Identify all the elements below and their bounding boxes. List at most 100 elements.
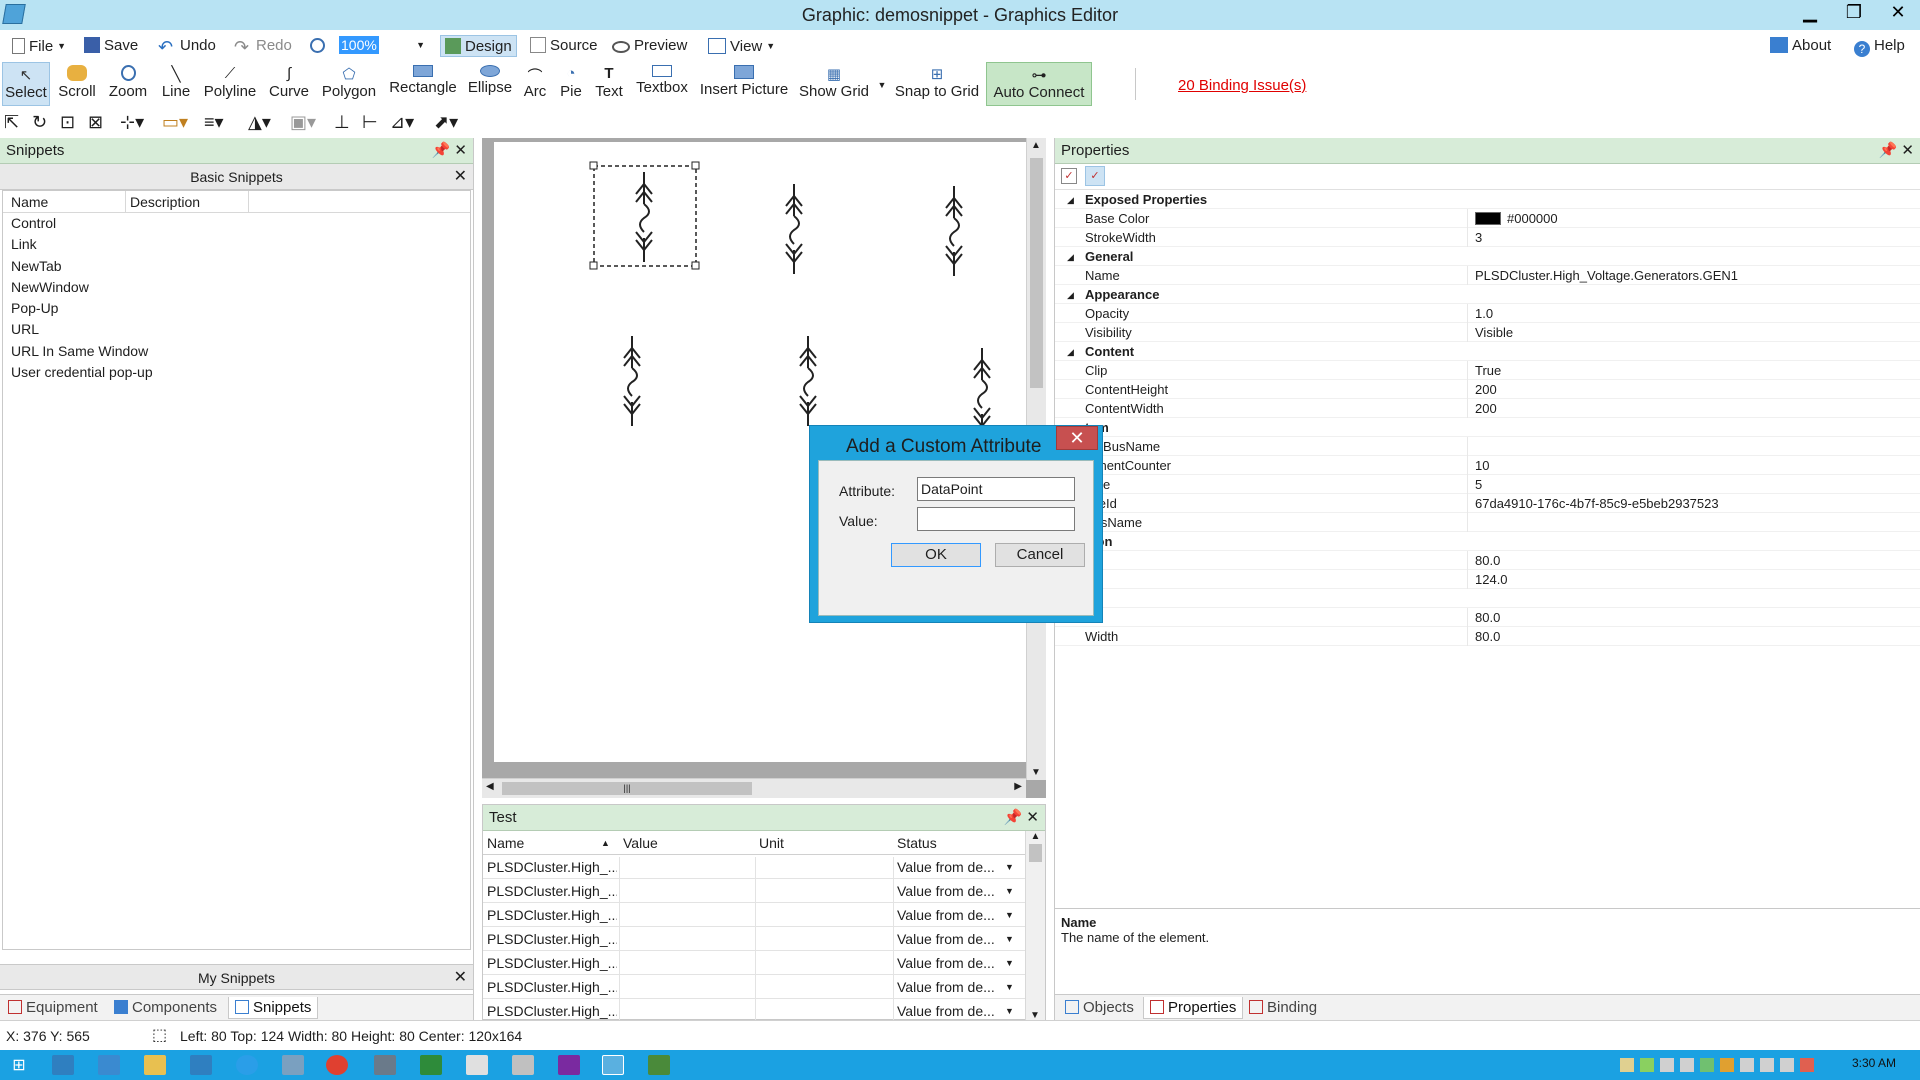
duplicate-icon[interactable]: ▣▾ — [290, 112, 330, 132]
attribute-input[interactable]: DataPoint — [917, 477, 1075, 501]
chrome-icon[interactable] — [326, 1055, 348, 1075]
close-icon[interactable]: ✕ — [1026, 809, 1039, 826]
scroll-right-icon[interactable]: ▶ — [1014, 781, 1022, 792]
property-row[interactable]: ponentCounter 10 — [1055, 456, 1920, 475]
close-icon[interactable]: ✕ — [1901, 142, 1914, 159]
list-item[interactable]: Link — [3, 234, 470, 255]
property-row[interactable]: Opacity 1.0 — [1055, 304, 1920, 323]
list-item[interactable]: URL In Same Window — [3, 341, 470, 362]
property-row[interactable]: 80.0 — [1055, 551, 1920, 570]
tool-polygon[interactable]: ⬠ Polygon — [318, 62, 380, 106]
file-menu[interactable]: File ▼ — [12, 35, 66, 57]
resize-icon[interactable]: ⊡ — [60, 112, 88, 132]
tab-snippets[interactable]: Snippets — [228, 997, 319, 1019]
clock[interactable]: 3:30 AM — [1852, 1056, 1896, 1070]
tool-snap-to-grid[interactable]: ⊞ Snap to Grid — [894, 62, 980, 106]
tab-properties[interactable]: Properties — [1143, 997, 1244, 1019]
property-row[interactable]: omBusName — [1055, 437, 1920, 456]
table-row[interactable]: PLSDCluster.High_... Value from de... ▼ — [483, 927, 1045, 951]
property-value[interactable]: 200 — [1475, 380, 1497, 399]
chevron-down-icon[interactable]: ▼ — [1005, 951, 1014, 975]
tool-textbox[interactable]: Textbox — [632, 62, 692, 106]
property-value[interactable]: 80.0 — [1475, 608, 1500, 627]
scroll-down-icon[interactable]: ▼ — [1031, 767, 1041, 778]
close-icon[interactable]: ✕ — [454, 164, 467, 190]
property-row[interactable]: BusName — [1055, 513, 1920, 532]
tab-binding[interactable]: Binding — [1243, 997, 1323, 1019]
property-value[interactable]: #000000 — [1507, 209, 1558, 228]
tray-icon[interactable] — [1760, 1058, 1774, 1072]
tray-icon[interactable] — [1700, 1058, 1714, 1072]
property-category[interactable]: ◢ General — [1055, 247, 1920, 266]
property-category[interactable]: ◢ Exposed Properties — [1055, 190, 1920, 209]
column-value[interactable]: Value — [623, 831, 658, 855]
table-row[interactable]: PLSDCluster.High_... Value from de... ▼ — [483, 975, 1045, 999]
redo-button[interactable]: ↷ Redo — [234, 35, 292, 57]
property-row[interactable]: Clip True — [1055, 361, 1920, 380]
scroll-left-icon[interactable]: ◀ — [486, 781, 494, 792]
undo-button[interactable]: ↶ Undo — [158, 35, 216, 57]
column-name[interactable]: Name — [11, 191, 48, 213]
tab-components[interactable]: Components — [108, 997, 223, 1019]
align-left-icon[interactable]: ⊢ — [362, 112, 390, 132]
tool-rectangle[interactable]: Rectangle — [386, 62, 460, 106]
taskbar-app-icon[interactable] — [190, 1055, 212, 1075]
table-row[interactable]: PLSDCluster.High_... Value from de... ▼ — [483, 951, 1045, 975]
tray-icon[interactable] — [1680, 1058, 1694, 1072]
list-item[interactable]: Pop-Up — [3, 298, 470, 319]
table-row[interactable]: PLSDCluster.High_... Value from de... ▼ — [483, 855, 1045, 879]
about-button[interactable]: About — [1770, 35, 1831, 57]
taskbar-app-icon[interactable] — [466, 1055, 488, 1075]
preview-button[interactable]: Preview — [612, 35, 687, 57]
property-row[interactable]: Name PLSDCluster.High_Voltage.Generators.… — [1055, 266, 1920, 285]
column-status[interactable]: Status — [897, 831, 937, 855]
property-category[interactable]: ◢tom — [1055, 418, 1920, 437]
property-value[interactable]: True — [1475, 361, 1501, 380]
taskbar-app-icon[interactable] — [52, 1055, 74, 1075]
list-item[interactable]: User credential pop-up — [3, 362, 470, 383]
tool-auto-connect[interactable]: ⊶ Auto Connect — [986, 62, 1092, 106]
help-button[interactable]: ? Help — [1854, 35, 1905, 57]
property-value[interactable]: 10 — [1475, 456, 1489, 475]
property-row[interactable]: Width 80.0 — [1055, 627, 1920, 646]
property-category[interactable]: ◢ Appearance — [1055, 285, 1920, 304]
property-value[interactable]: 3 — [1475, 228, 1482, 247]
folder-icon[interactable] — [144, 1055, 166, 1075]
property-value[interactable]: 200 — [1475, 399, 1497, 418]
property-row[interactable]: StrokeWidth 3 — [1055, 228, 1920, 247]
value-input[interactable] — [917, 507, 1075, 531]
pin-icon[interactable]: 📌 — [1879, 142, 1898, 159]
column-unit[interactable]: Unit — [759, 831, 784, 855]
group-icon[interactable]: ⊠ — [88, 112, 116, 132]
start-icon[interactable]: ⊞ — [8, 1055, 30, 1075]
zoom-combobox[interactable]: 100% ▼ — [338, 35, 428, 57]
column-name[interactable]: Name — [487, 831, 524, 855]
property-category[interactable]: ◢ Content — [1055, 342, 1920, 361]
color-swatch[interactable] — [1475, 212, 1501, 225]
tool-show-grid[interactable]: ▦ Show Grid — [796, 62, 872, 106]
chevron-down-icon[interactable]: ▼ — [1005, 855, 1014, 879]
taskbar-app-icon[interactable] — [282, 1055, 304, 1075]
list-item[interactable]: NewTab — [3, 256, 470, 277]
align-bottom-icon[interactable]: ⊥ — [334, 112, 362, 132]
property-value[interactable]: 5 — [1475, 475, 1482, 494]
source-view-button[interactable]: Source — [530, 35, 598, 57]
tool-arc[interactable]: ⌒ Arc — [518, 62, 552, 106]
taskbar-app-icon[interactable] — [512, 1055, 534, 1075]
zoom-icon-button[interactable] — [310, 35, 329, 57]
property-row[interactable]: ht80.0 — [1055, 608, 1920, 627]
tray-icon[interactable] — [1720, 1058, 1734, 1072]
save-button[interactable]: Save — [84, 35, 138, 57]
property-value[interactable]: 80.0 — [1475, 627, 1500, 646]
property-value[interactable]: 67da4910-176c-4b7f-85c9-e5beb2937523 — [1475, 494, 1719, 513]
tool-polyline[interactable]: ⟋ Polyline — [200, 62, 260, 106]
taskbar-app-icon[interactable] — [420, 1055, 442, 1075]
tab-equipment[interactable]: Equipment — [2, 997, 104, 1019]
property-value[interactable]: Visible — [1475, 323, 1513, 342]
close-icon[interactable]: ✕ — [454, 142, 467, 159]
tray-icon[interactable] — [1640, 1058, 1654, 1072]
close-button[interactable]: ✕ — [1876, 0, 1920, 26]
collapse-triangle-icon[interactable]: ◢ — [1067, 343, 1074, 362]
restore-button[interactable]: ❐ — [1832, 0, 1876, 26]
ok-button[interactable]: OK — [891, 543, 981, 567]
